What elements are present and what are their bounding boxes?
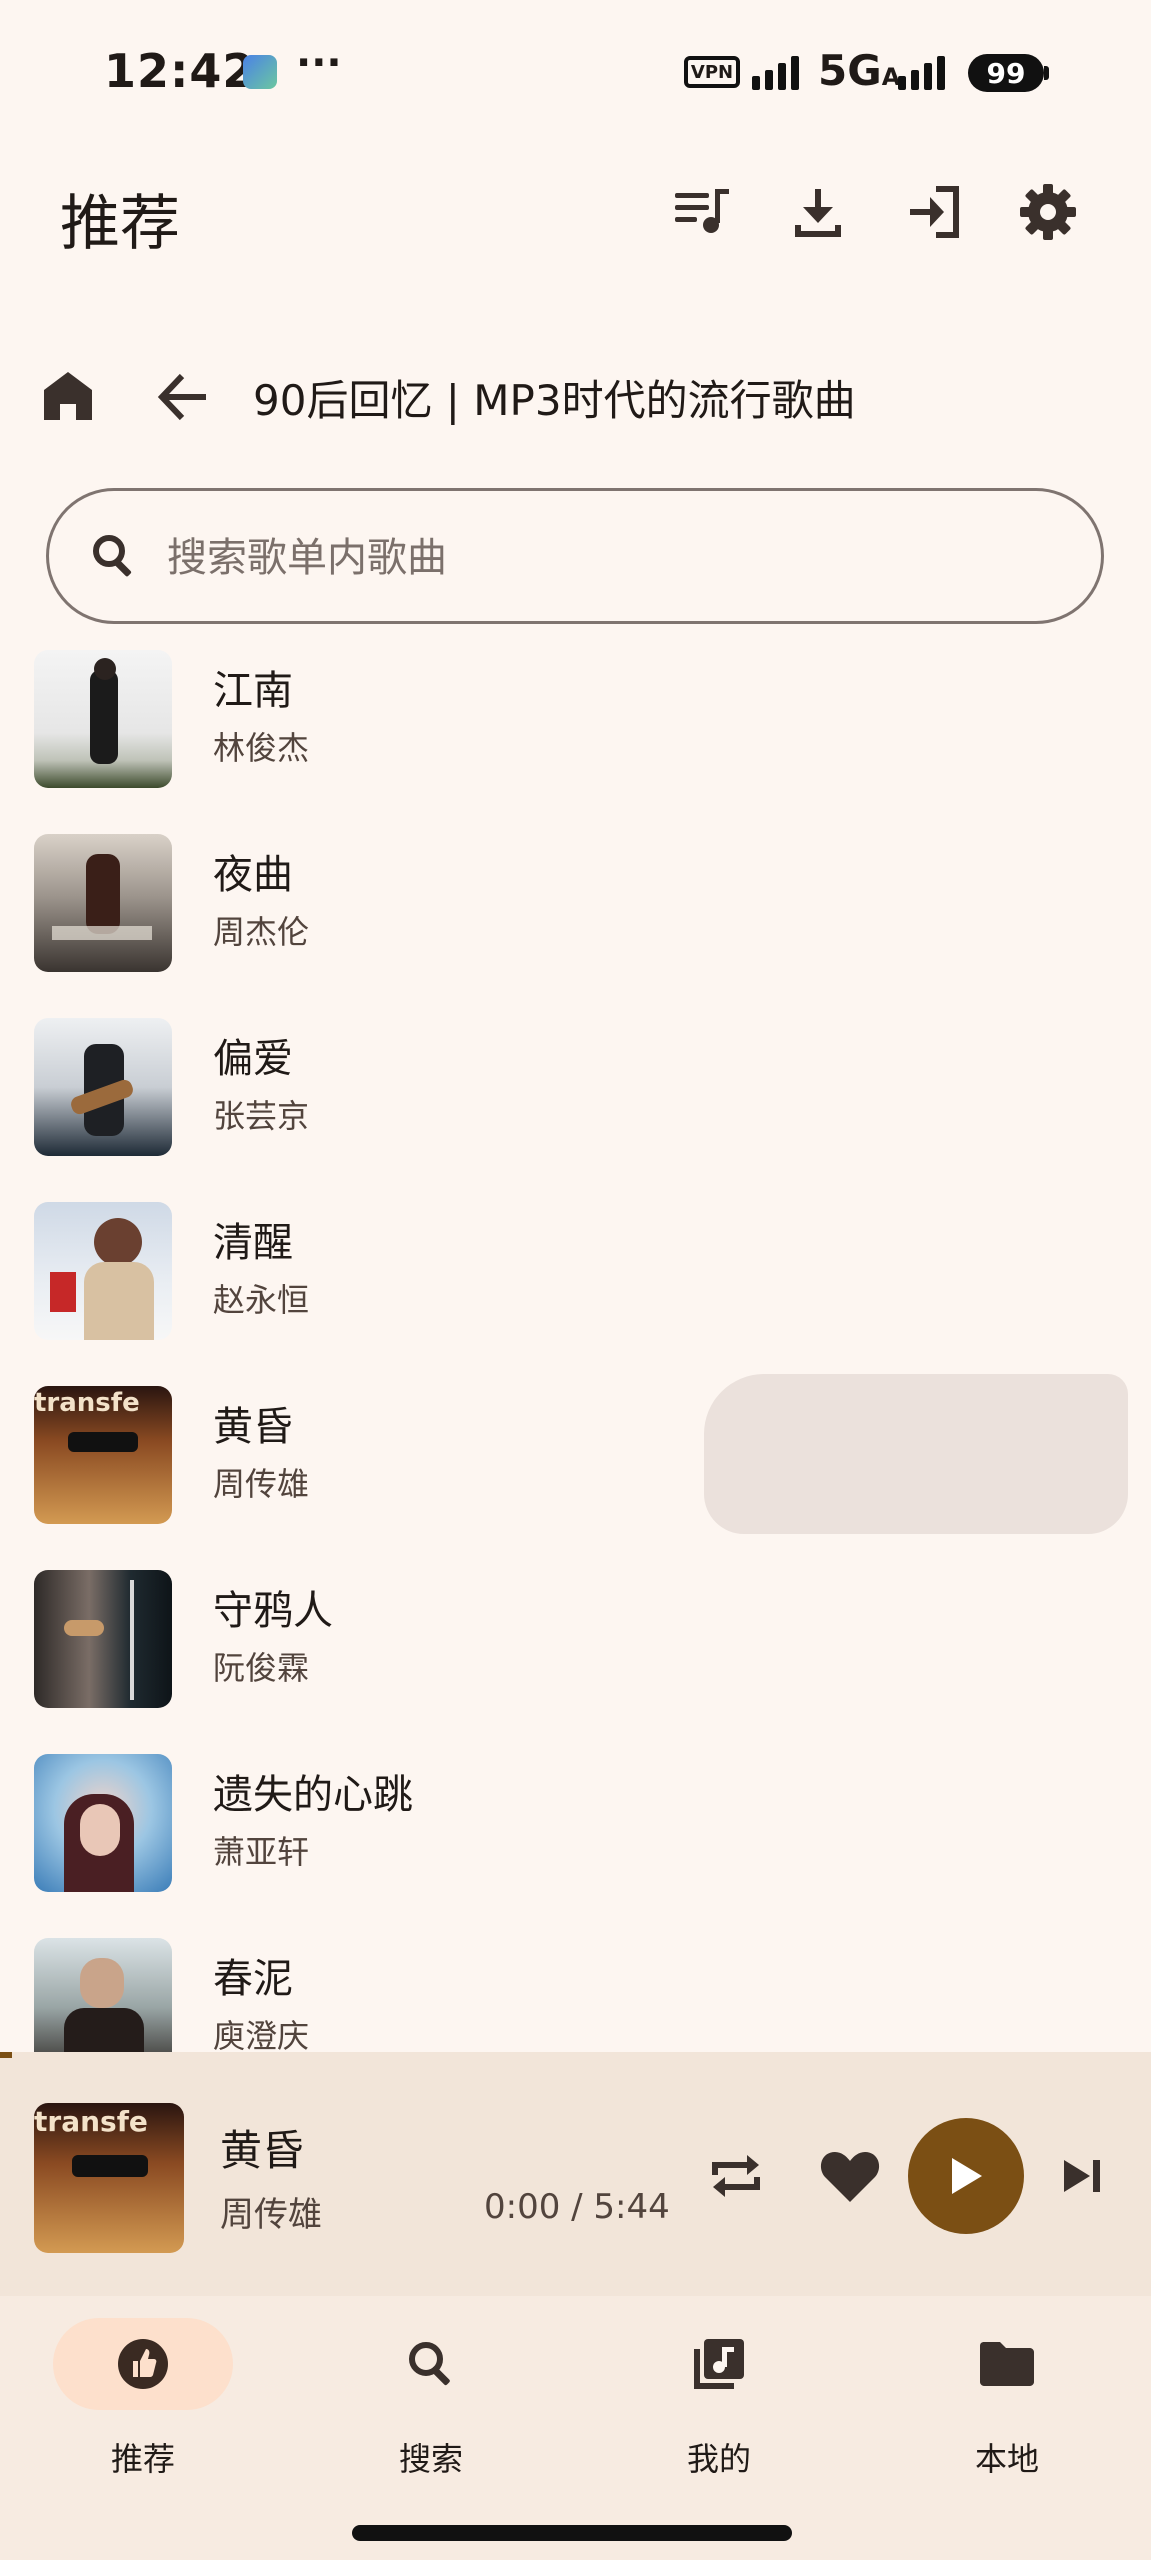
player-artist: 周传雄: [220, 2195, 322, 2235]
nav-item-search[interactable]: 搜索: [341, 2318, 521, 2478]
album-cover: [34, 1570, 172, 1708]
album-cover: [34, 1754, 172, 1892]
touch-ripple: [704, 1374, 1128, 1534]
signal-icon-2: [898, 54, 945, 90]
page-title: 推荐: [60, 189, 180, 259]
album-cover: [34, 1938, 172, 2052]
search-input[interactable]: [165, 519, 1069, 597]
player-album-cover: transfe: [34, 2103, 184, 2253]
cover-text: transfe: [34, 2105, 148, 2135]
song-title: 春泥: [213, 1956, 293, 2002]
song-title: 夜曲: [213, 852, 293, 898]
nav-label: 我的: [686, 2440, 751, 2478]
nav-item-mine[interactable]: 我的: [629, 2318, 809, 2478]
album-cover: [34, 650, 172, 788]
song-title: 偏爱: [213, 1036, 293, 1082]
repeat-icon[interactable]: [698, 2138, 774, 2214]
song-item[interactable]: 偏爱 张芸京: [0, 1008, 1151, 1192]
album-cover: [34, 1202, 172, 1340]
song-title: 黄昏: [213, 1404, 293, 1450]
nav-icon-wrap: [917, 2318, 1097, 2410]
search-icon: [409, 2342, 450, 2386]
play-button[interactable]: [908, 2118, 1024, 2234]
battery-tip: [1044, 66, 1049, 80]
heart-icon[interactable]: [812, 2138, 888, 2214]
song-artist: 张芸京: [213, 1097, 310, 1135]
player-title: 黄昏: [220, 2126, 305, 2175]
nav-active-indicator: [53, 2318, 233, 2410]
nav-icon-wrap: [629, 2318, 809, 2410]
song-artist: 庾澄庆: [213, 2017, 310, 2052]
song-item[interactable]: 春泥 庾澄庆: [0, 1928, 1151, 2052]
app-notification-icon: [243, 55, 277, 89]
login-icon[interactable]: [904, 182, 964, 242]
thumb-up-icon: [118, 2339, 168, 2389]
album-cover: transfe: [34, 1386, 172, 1524]
vpn-icon: VPN: [684, 56, 740, 88]
play-icon: [952, 2158, 982, 2194]
song-title: 守鸦人: [213, 1588, 333, 1634]
nav-item-local[interactable]: 本地: [917, 2318, 1097, 2478]
song-title: 遗失的心跳: [213, 1772, 413, 1818]
song-artist: 萧亚轩: [213, 1833, 310, 1871]
nav-label: 本地: [974, 2440, 1039, 2478]
song-artist: 赵永恒: [213, 1281, 310, 1319]
song-item[interactable]: 遗失的心跳 萧亚轩: [0, 1744, 1151, 1928]
song-artist: 周杰伦: [213, 913, 310, 951]
song-list: 江南 林俊杰 夜曲 周杰伦 偏爱 张芸京 清醒 赵永恒 transfe 黄昏 周…: [0, 640, 1151, 2052]
album-cover: [34, 1018, 172, 1156]
signal-icon: [752, 54, 799, 90]
player-time: 0:00 / 5:44: [484, 2187, 670, 2227]
song-artist: 阮俊霖: [213, 1649, 310, 1687]
song-artist: 周传雄: [213, 1465, 310, 1503]
song-title: 江南: [213, 668, 293, 714]
song-artist: 林俊杰: [213, 729, 310, 767]
download-icon[interactable]: [788, 182, 848, 242]
nav-label: 搜索: [398, 2440, 463, 2478]
folder-icon: [980, 2342, 1034, 2386]
battery-icon: 99: [968, 54, 1044, 92]
nav-item-recommend[interactable]: 推荐: [53, 2318, 233, 2478]
status-time: 12:42: [104, 44, 256, 98]
more-notifications-icon: ···: [296, 40, 342, 86]
song-item[interactable]: 守鸦人 阮俊霖: [0, 1560, 1151, 1744]
song-title: 清醒: [213, 1220, 293, 1266]
back-arrow-icon[interactable]: [156, 370, 210, 424]
playback-progress[interactable]: [0, 2052, 12, 2058]
playlist-title: 90后回忆 | MP3时代的流行歌曲: [253, 376, 856, 425]
song-item[interactable]: 清醒 赵永恒: [0, 1192, 1151, 1376]
status-bar: 12:42 ··· VPN 5GA 99: [0, 0, 1151, 140]
network-label: 5G: [818, 46, 882, 95]
song-item[interactable]: 夜曲 周杰伦: [0, 824, 1151, 1008]
search-icon: [89, 531, 145, 587]
home-indicator[interactable]: [352, 2525, 792, 2541]
search-field[interactable]: [46, 488, 1104, 624]
library-music-icon: [694, 2339, 744, 2389]
cover-text: transfe: [34, 1388, 140, 1414]
skip-next-icon[interactable]: [1044, 2138, 1120, 2214]
song-item[interactable]: 江南 林俊杰: [0, 640, 1151, 824]
nav-icon-wrap: [341, 2318, 521, 2410]
home-icon[interactable]: [40, 368, 96, 424]
nav-label: 推荐: [110, 2440, 175, 2478]
settings-icon[interactable]: [1018, 182, 1078, 242]
network-type: 5GA: [818, 46, 900, 95]
album-cover: [34, 834, 172, 972]
queue-music-icon[interactable]: [672, 182, 732, 242]
